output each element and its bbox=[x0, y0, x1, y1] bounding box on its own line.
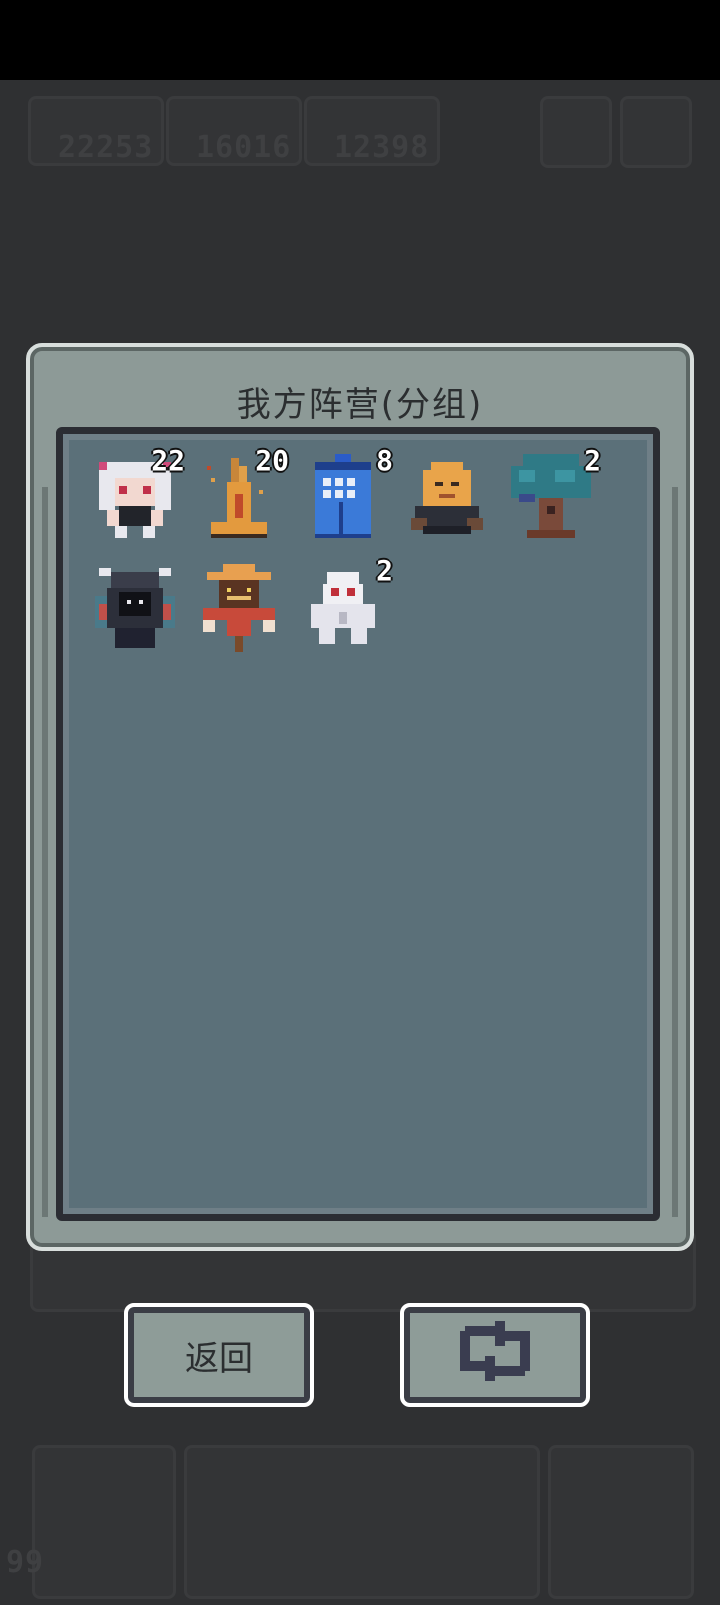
menu-button bbox=[540, 96, 612, 168]
resource-value-1: 22253 bbox=[58, 130, 154, 165]
panel-title: 我方阵营(分组) bbox=[236, 385, 484, 425]
unit-teal-tree[interactable]: 2 bbox=[499, 444, 603, 550]
unit-count: 2 bbox=[584, 444, 601, 477]
unit-blue-police-box[interactable]: 8 bbox=[291, 444, 395, 550]
status-bar bbox=[0, 0, 720, 80]
settings-button bbox=[620, 96, 692, 168]
resource-value-2: 16016 bbox=[196, 130, 292, 165]
unit-count: 2 bbox=[376, 554, 393, 587]
action-slot bbox=[184, 1445, 540, 1599]
faction-panel: 我方阵营(分组) 22 20 8 2 2 bbox=[26, 343, 694, 1251]
unit-count: 20 bbox=[255, 444, 289, 477]
back-button-label: 返回 bbox=[185, 1338, 253, 1379]
back-button[interactable]: 返回 bbox=[124, 1303, 314, 1407]
left-rail bbox=[42, 487, 48, 1217]
level-counter: 99 bbox=[6, 1545, 45, 1580]
resource-value-3: 12398 bbox=[334, 130, 430, 165]
crossed-swords-icon bbox=[32, 1445, 176, 1599]
unit-count: 8 bbox=[376, 444, 393, 477]
unit-horned-shadow-demon[interactable] bbox=[83, 556, 187, 660]
unit-orange-mask-golem[interactable] bbox=[395, 446, 499, 550]
unit-count: 22 bbox=[151, 444, 185, 477]
unit-white-haired-girl[interactable]: 22 bbox=[83, 444, 187, 550]
pawn-icon bbox=[548, 1445, 694, 1599]
unit-grid: 22 20 8 2 2 bbox=[56, 427, 660, 1221]
refresh-button[interactable] bbox=[400, 1303, 590, 1407]
refresh-icon bbox=[455, 1320, 535, 1390]
unit-white-ghost[interactable]: 2 bbox=[291, 554, 395, 660]
right-rail bbox=[672, 487, 678, 1217]
unit-burning-stump[interactable]: 20 bbox=[187, 444, 291, 550]
unit-straw-hat-scarecrow[interactable] bbox=[187, 556, 291, 660]
